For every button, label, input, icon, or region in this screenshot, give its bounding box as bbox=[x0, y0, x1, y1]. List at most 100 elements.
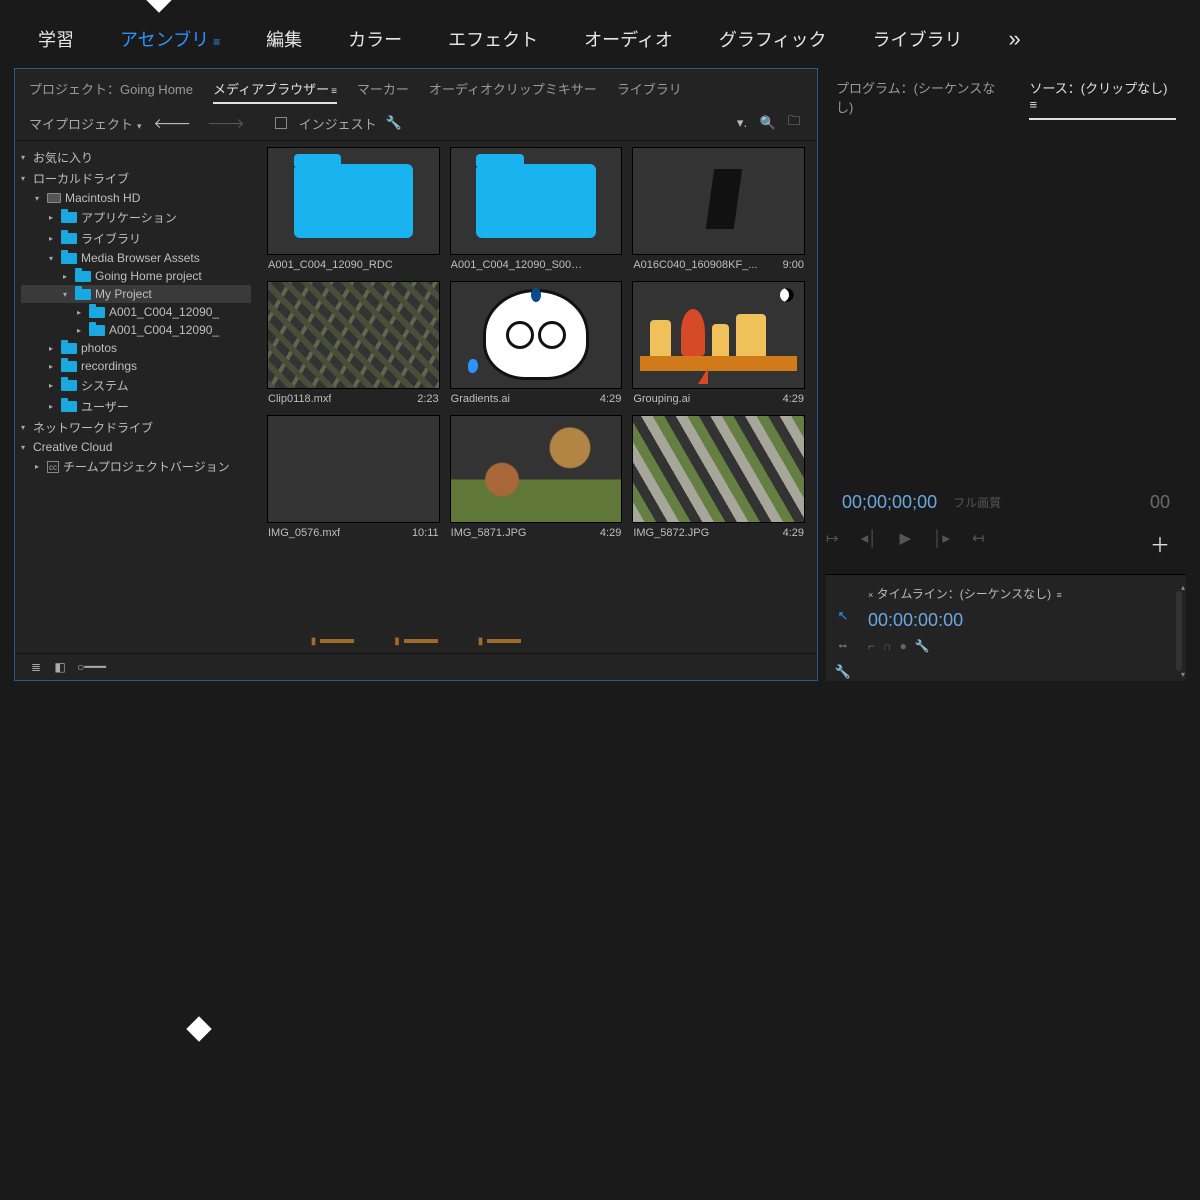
tab-library[interactable]: ライブラリ bbox=[617, 79, 682, 104]
tree-local-drives[interactable]: ▾ローカルドライブ bbox=[21, 168, 251, 189]
icon-view-icon[interactable]: ◧ bbox=[53, 660, 67, 674]
thumb-preview bbox=[632, 281, 805, 389]
thumb-item[interactable]: Gradients.ai4:29 bbox=[450, 281, 623, 407]
tab-program[interactable]: プログラム：(シーケンスなし) bbox=[836, 78, 1009, 120]
step-fwd-icon[interactable]: │▸ bbox=[933, 529, 950, 558]
nav-fwd-icon[interactable]: 🡒 bbox=[207, 115, 245, 132]
wrench-tool-icon[interactable]: 🔧 bbox=[834, 663, 852, 681]
scrub-mark: ▮ bbox=[311, 636, 355, 647]
scrub-mark: ▮ bbox=[478, 636, 522, 647]
ws-library[interactable]: ライブラリ bbox=[873, 26, 963, 52]
tree-applications[interactable]: ▸アプリケーション bbox=[21, 207, 251, 228]
filter-icon[interactable]: ▾. bbox=[733, 115, 751, 131]
tree-ghp-label: Going Home project bbox=[95, 269, 202, 283]
selection-tool-icon[interactable]: ↖ bbox=[834, 607, 852, 625]
marker-bottom bbox=[186, 1016, 211, 1041]
tree-network[interactable]: ▾ネットワークドライブ bbox=[21, 417, 251, 438]
tree-mba[interactable]: ▾Media Browser Assets bbox=[21, 249, 251, 267]
mark-in-icon[interactable]: ↦ bbox=[826, 529, 839, 558]
tab-menu-icon[interactable]: ≡ bbox=[1029, 97, 1037, 112]
tree-photos[interactable]: ▸photos bbox=[21, 339, 251, 357]
tree-sub2-label: A001_C004_12090_ bbox=[109, 323, 219, 337]
zoom-slider-icon[interactable]: ○━━━ bbox=[77, 660, 91, 674]
ws-effects[interactable]: エフェクト bbox=[448, 26, 538, 52]
tool-2-icon[interactable]: ⇔ bbox=[834, 635, 852, 653]
thumb-item[interactable]: IMG_0576.mxf10:11 bbox=[267, 415, 440, 541]
ws-edit[interactable]: 編集 bbox=[266, 26, 302, 52]
tab-menu-icon[interactable]: ≡ bbox=[1057, 590, 1062, 600]
play-icon[interactable]: ▶ bbox=[899, 529, 911, 558]
tree-library[interactable]: ▸ライブラリ bbox=[21, 228, 251, 249]
tree-drive-label: Macintosh HD bbox=[65, 191, 140, 205]
ws-assembly-label: アセンブリ bbox=[120, 30, 209, 50]
thumb-preview bbox=[450, 415, 623, 523]
thumb-item[interactable]: IMG_5872.JPG4:29 bbox=[632, 415, 805, 541]
tree-recordings[interactable]: ▸recordings bbox=[21, 357, 251, 375]
tree-sub2[interactable]: ▸A001_C004_12090_ bbox=[21, 321, 251, 339]
folder-icon bbox=[476, 164, 595, 238]
thumb-item[interactable]: Grouping.ai4:29 bbox=[632, 281, 805, 407]
thumb-item[interactable]: A001_C004_12090_RDC bbox=[267, 147, 440, 273]
thumb-name: Clip0118.mxf bbox=[268, 393, 331, 405]
ws-assembly[interactable]: アセンブリ≡ bbox=[120, 26, 220, 52]
tab-project[interactable]: プロジェクト：Going Home bbox=[29, 79, 193, 104]
project-selector[interactable]: マイプロジェクト▾ bbox=[29, 114, 142, 133]
tab-menu-icon[interactable]: ≡ bbox=[331, 86, 337, 97]
timeline-vscroll[interactable]: ▴▾ bbox=[1170, 581, 1186, 681]
new-bin-icon[interactable]: 🗀 bbox=[785, 112, 803, 134]
thumb-item[interactable]: Clip0118.mxf2:23 bbox=[267, 281, 440, 407]
tree-users[interactable]: ▸ユーザー bbox=[21, 396, 251, 417]
ws-learn[interactable]: 学習 bbox=[38, 26, 74, 52]
ingest-settings-icon[interactable]: 🔧 bbox=[385, 115, 403, 131]
thumb-item[interactable]: A016C040_160908KF_...9:00 bbox=[632, 147, 805, 273]
timeline-tab[interactable]: × タイムライン：(シーケンスなし) ≡ bbox=[868, 585, 1162, 606]
tree-drive[interactable]: ▾Macintosh HD bbox=[21, 189, 251, 207]
ws-graphics[interactable]: グラフィック bbox=[719, 26, 827, 52]
mark-out-icon[interactable]: ↤ bbox=[972, 529, 985, 558]
folder-tree: ▾お気に入り ▾ローカルドライブ ▾Macintosh HD ▸アプリケーション… bbox=[15, 141, 261, 630]
timeline-panel: ↖ ⇔ 🔧 × タイムライン：(シーケンスなし) ≡ 00:00:00:00 ⌐… bbox=[826, 574, 1186, 681]
thumb-dur: 4:29 bbox=[600, 527, 621, 539]
thumb-item[interactable]: IMG_5871.JPG 4:29 bbox=[450, 415, 623, 541]
timeline-header-icons: ⌐ ∩ ● 🔧 bbox=[868, 639, 1162, 661]
tab-source[interactable]: ソース：(クリップなし) ≡ bbox=[1029, 78, 1176, 120]
tree-system[interactable]: ▸システム bbox=[21, 375, 251, 396]
step-back-icon[interactable]: ◂│ bbox=[861, 529, 878, 558]
tree-cc[interactable]: ▾Creative Cloud bbox=[21, 438, 251, 456]
folder-icon bbox=[89, 307, 105, 318]
tree-favorites[interactable]: ▾お気に入り bbox=[21, 147, 251, 168]
button-editor-icon[interactable]: ＋ bbox=[1150, 529, 1186, 558]
media-toolbar: マイプロジェクト▾ 🡐 🡒 インジェスト 🔧 ▾. 🔍 🗀 bbox=[15, 106, 817, 141]
tab-markers[interactable]: マーカー bbox=[357, 79, 409, 104]
nav-back-icon[interactable]: 🡐 bbox=[154, 115, 192, 132]
tree-library-label: ライブラリ bbox=[81, 230, 141, 247]
settings-icon[interactable]: 🔧 bbox=[915, 639, 930, 653]
link-icon[interactable]: ∩ bbox=[883, 639, 892, 653]
marker-icon[interactable]: ● bbox=[900, 639, 907, 653]
tree-team-versions-label: チームプロジェクトバージョン bbox=[63, 458, 230, 475]
timeline-timecode[interactable]: 00:00:00:00 bbox=[868, 606, 1162, 639]
tree-sub1[interactable]: ▸A001_C004_12090_ bbox=[21, 303, 251, 321]
search-icon[interactable]: 🔍 bbox=[759, 115, 777, 131]
tab-audio-mixer[interactable]: オーディオクリップミキサー bbox=[429, 79, 597, 104]
program-monitor bbox=[826, 124, 1186, 484]
thumb-item[interactable]: A001_C004_12090_S001.RDC bbox=[450, 147, 623, 273]
tree-network-label: ネットワークドライブ bbox=[33, 419, 153, 436]
tab-media-browser[interactable]: メディアブラウザー≡ bbox=[213, 79, 337, 104]
thumb-name: IMG_5871.JPG bbox=[451, 527, 527, 539]
tree-team-versions[interactable]: ▸ccチームプロジェクトバージョン bbox=[21, 456, 251, 477]
tree-ghp[interactable]: ▸Going Home project bbox=[21, 267, 251, 285]
snap-icon[interactable]: ⌐ bbox=[868, 639, 875, 653]
dropdown-icon: ▾ bbox=[137, 121, 142, 131]
folder-icon bbox=[61, 380, 77, 391]
ingest-checkbox[interactable] bbox=[275, 117, 287, 129]
tc-current[interactable]: 00;00;00;00 bbox=[842, 492, 937, 513]
thumb-preview bbox=[632, 415, 805, 523]
ws-color[interactable]: カラー bbox=[348, 26, 402, 52]
zoom-fit-label[interactable]: フル画質 bbox=[953, 494, 1001, 511]
ws-audio[interactable]: オーディオ bbox=[584, 26, 673, 52]
tree-myproject[interactable]: ▾My Project bbox=[21, 285, 251, 303]
list-view-icon[interactable]: ≣ bbox=[29, 660, 43, 674]
folder-icon bbox=[61, 401, 77, 412]
ws-overflow-icon[interactable]: » bbox=[1009, 26, 1023, 52]
